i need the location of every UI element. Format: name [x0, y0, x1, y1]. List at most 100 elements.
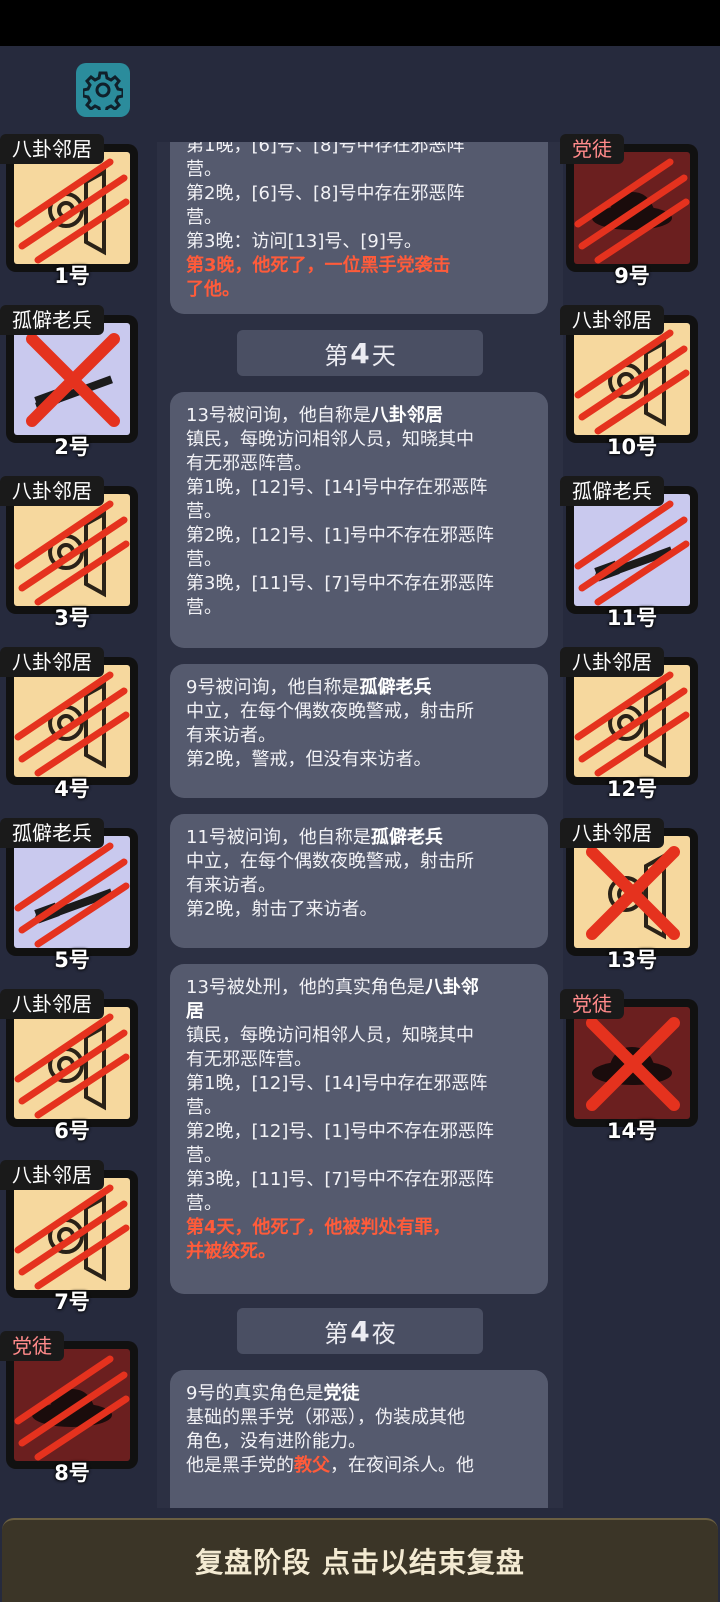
log-head: 9号的真实角色是 — [186, 1383, 324, 1404]
role-art — [14, 1007, 130, 1119]
role-art — [574, 665, 690, 777]
log-line: 营。 — [186, 597, 222, 618]
role-label: 孤僻老兵 — [560, 476, 664, 506]
player-card[interactable]: 党徒 8号 — [0, 1331, 144, 1485]
role-label: 党徒 — [560, 989, 624, 1019]
death-line: 第4天，他死了，他被判处有罪， — [186, 1217, 451, 1238]
player-card[interactable]: 八卦邻居 10号 — [560, 305, 704, 459]
death-line: 了他。 — [186, 279, 240, 300]
role-art — [14, 836, 130, 948]
log-line: 角色，没有进阶能力。 — [186, 1431, 366, 1452]
role-label: 孤僻老兵 — [0, 818, 104, 848]
role-label: 八卦邻居 — [0, 1160, 104, 1190]
claimed-role: 孤僻老兵 — [359, 677, 432, 698]
player-card[interactable]: 党徒 9号 — [560, 134, 704, 288]
player-card[interactable]: 孤僻老兵 2号 — [0, 305, 144, 459]
log-line: 营。 — [186, 549, 222, 570]
true-role-cont: 居 — [186, 1001, 204, 1022]
log-line: 基础的黑手党（邪恶），伪装成其他 — [186, 1407, 465, 1428]
log-line: 营。 — [186, 1145, 222, 1166]
role-label: 八卦邻居 — [0, 989, 104, 1019]
log-line: 第2晚，警戒，但没有来访者。 — [186, 749, 432, 770]
role-label: 八卦邻居 — [0, 647, 104, 677]
player-card[interactable]: 八卦邻居 7号 — [0, 1160, 144, 1314]
settings-button[interactable] — [76, 63, 130, 117]
log-entry: 9号的真实角色是党徒 基础的黑手党（邪恶），伪装成其他 角色，没有进阶能力。 他… — [170, 1370, 548, 1508]
role-art — [14, 1349, 130, 1461]
night-number: 4 — [350, 1314, 370, 1348]
night-suffix: 夜 — [371, 1319, 396, 1348]
log-line: 第1晚，[12]号、[14]号中存在邪恶阵 — [186, 477, 488, 498]
log-line: 营。 — [186, 1097, 222, 1118]
player-card[interactable]: 八卦邻居 12号 — [560, 647, 704, 801]
night-header: 第4夜 — [237, 1308, 483, 1354]
true-role: 八卦邻 — [424, 977, 479, 998]
player-number: 5号 — [54, 948, 90, 972]
log-line: 有无邪恶阵营。 — [186, 453, 312, 474]
log-line: 镇民，每晚访问相邻人员，知晓其中 — [186, 429, 474, 450]
player-card[interactable]: 八卦邻居 1号 — [0, 134, 144, 288]
claw-scratch-icon — [14, 1013, 130, 1119]
claw-scratch-icon — [14, 1184, 130, 1290]
death-line: 并被绞死。 — [186, 1241, 276, 1262]
log-head: 13号被问询，他自称是 — [186, 405, 371, 426]
log-line: 第2晚，射击了来访者。 — [186, 899, 378, 920]
log-entry: 13号被问询，他自称是八卦邻居 镇民，每晚访问相邻人员，知晓其中 有无邪恶阵营。… — [170, 392, 548, 648]
log-line: 营。 — [186, 1193, 222, 1214]
log-line: 有来访者。 — [186, 725, 276, 746]
claw-scratch-icon — [14, 1355, 130, 1461]
player-number: 13号 — [606, 948, 658, 972]
game-log[interactable]: 第1晚，[6]号、[8]号中存在邪恶阵 营。 第2晚，[6]号、[8]号中存在邪… — [157, 142, 563, 1508]
log-line: 中立，在每个偶数夜晚警戒，射击所 — [186, 701, 474, 722]
player-number: 12号 — [606, 777, 658, 801]
player-number: 7号 — [54, 1290, 90, 1314]
claw-scratch-icon — [574, 500, 690, 606]
role-art — [14, 1178, 130, 1290]
log-line: 第2晚，[6]号、[8]号中存在邪恶阵 — [186, 183, 465, 204]
log-line: 第2晚，[12]号、[1]号中不存在邪恶阵 — [186, 525, 494, 546]
godfather-label: 教父 — [294, 1455, 330, 1476]
role-art — [574, 323, 690, 435]
log-line: 中立，在每个偶数夜晚警戒，射击所 — [186, 851, 474, 872]
log-line: 有来访者。 — [186, 875, 276, 896]
player-number: 4号 — [54, 777, 90, 801]
true-role: 党徒 — [323, 1383, 360, 1404]
day-prefix: 第 — [324, 341, 349, 370]
claw-scratch-icon — [14, 842, 130, 948]
player-number: 6号 — [54, 1119, 90, 1143]
log-line: ，在夜间杀人。他 — [330, 1455, 474, 1476]
log-entry: 9号被问询，他自称是孤僻老兵 中立，在每个偶数夜晚警戒，射击所 有来访者。 第2… — [170, 664, 548, 798]
claw-scratch-icon — [574, 329, 690, 435]
end-review-label: 复盘阶段 点击以结束复盘 — [195, 1546, 525, 1579]
player-number: 2号 — [54, 435, 90, 459]
log-entry: 11号被问询，他自称是孤僻老兵 中立，在每个偶数夜晚警戒，射击所 有来访者。 第… — [170, 814, 548, 948]
end-review-button[interactable]: 复盘阶段 点击以结束复盘 — [2, 1518, 718, 1602]
claw-scratch-icon — [574, 671, 690, 777]
role-label: 八卦邻居 — [560, 647, 664, 677]
player-card[interactable]: 党徒 14号 — [560, 989, 704, 1143]
claw-scratch-icon — [14, 158, 130, 264]
log-line: 第1晚，[6]号、[8]号中存在邪恶阵 — [186, 142, 465, 156]
player-card[interactable]: 八卦邻居 3号 — [0, 476, 144, 630]
player-card[interactable]: 八卦邻居 13号 — [560, 818, 704, 972]
claw-scratch-icon — [574, 158, 690, 264]
player-number: 9号 — [614, 264, 650, 288]
player-number: 3号 — [54, 606, 90, 630]
player-card[interactable]: 孤僻老兵 5号 — [0, 818, 144, 972]
player-card[interactable]: 八卦邻居 4号 — [0, 647, 144, 801]
role-label: 八卦邻居 — [0, 134, 104, 164]
log-line: 镇民，每晚访问相邻人员，知晓其中 — [186, 1025, 474, 1046]
role-art — [14, 152, 130, 264]
role-label: 孤僻老兵 — [0, 305, 104, 335]
role-label: 八卦邻居 — [560, 305, 664, 335]
day-header: 第4天 — [237, 330, 483, 376]
player-card[interactable]: 八卦邻居 6号 — [0, 989, 144, 1143]
role-label: 八卦邻居 — [560, 818, 664, 848]
log-entry: 第1晚，[6]号、[8]号中存在邪恶阵 营。 第2晚，[6]号、[8]号中存在邪… — [170, 142, 548, 314]
eliminated-cross-icon — [586, 1017, 680, 1111]
day-number: 4 — [350, 336, 370, 370]
player-number: 10号 — [606, 435, 658, 459]
role-art — [574, 494, 690, 606]
player-card[interactable]: 孤僻老兵 11号 — [560, 476, 704, 630]
log-head: 9号被问询，他自称是 — [186, 677, 360, 698]
